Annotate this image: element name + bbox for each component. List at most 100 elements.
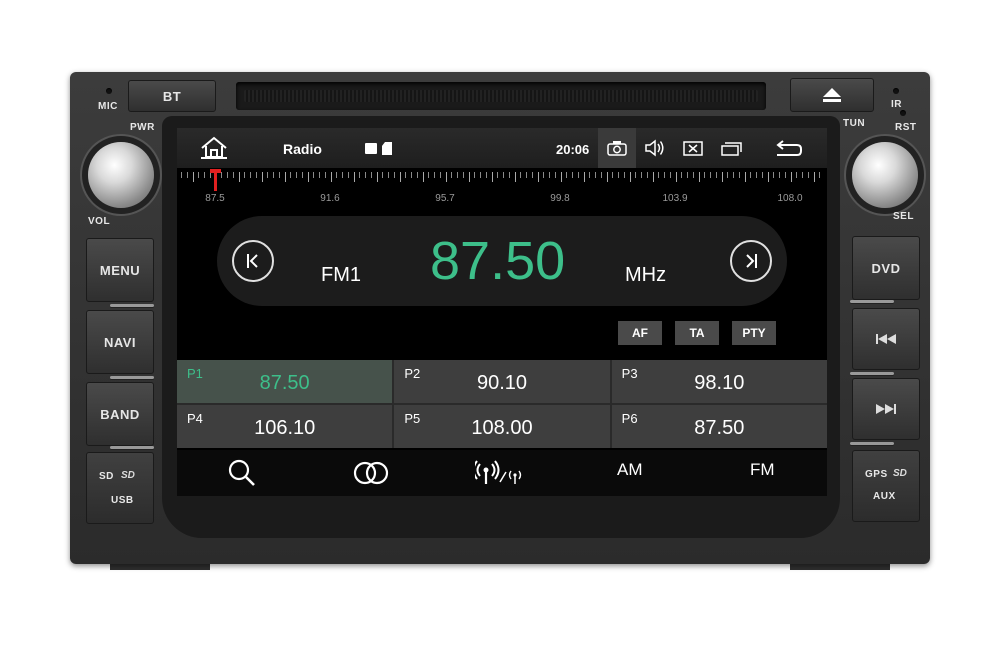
navi-button[interactable]: NAVI bbox=[86, 310, 154, 374]
ruler-tick bbox=[750, 172, 752, 178]
button-groove bbox=[110, 304, 154, 307]
volume-button[interactable] bbox=[644, 139, 666, 162]
ruler-tick bbox=[186, 172, 188, 178]
dvd-button[interactable]: DVD bbox=[852, 236, 920, 300]
ruler-tick bbox=[698, 172, 700, 182]
preset-frequency: 87.50 bbox=[259, 372, 310, 394]
ruler-tick bbox=[675, 172, 677, 182]
preset-p1[interactable]: P1 87.50 bbox=[177, 360, 393, 403]
volume-knob[interactable] bbox=[88, 142, 154, 208]
ruler-tick bbox=[491, 172, 493, 182]
menu-button[interactable]: MENU bbox=[86, 238, 154, 302]
prev-track-button[interactable] bbox=[852, 308, 920, 370]
screen: Radio 20:06 87.5 91.6 95.7 99.8 103.9 108.0 F… bbox=[177, 128, 827, 496]
ruler-tick bbox=[738, 172, 740, 178]
recent-apps-button[interactable] bbox=[721, 140, 743, 161]
af-button[interactable]: AF bbox=[618, 321, 662, 345]
pty-button[interactable]: PTY bbox=[732, 321, 776, 345]
ruler-tick bbox=[526, 172, 527, 178]
eject-button[interactable] bbox=[790, 78, 874, 112]
preset-p4[interactable]: P4 106.10 bbox=[177, 405, 393, 448]
ruler-tick bbox=[635, 172, 637, 178]
ruler-tick bbox=[439, 172, 441, 178]
band-button[interactable]: BAND bbox=[86, 382, 154, 446]
gps-label: GPS bbox=[865, 469, 888, 480]
ruler-tick bbox=[554, 172, 556, 178]
sd-usb-port[interactable]: SD SD USB bbox=[86, 452, 154, 524]
preset-frequency: 106.10 bbox=[254, 417, 316, 439]
ruler-tick bbox=[370, 172, 372, 178]
seek-forward-button[interactable] bbox=[730, 240, 772, 282]
ruler-tick bbox=[583, 172, 585, 182]
ruler-tick bbox=[319, 172, 320, 178]
home-button[interactable] bbox=[199, 136, 231, 160]
preset-p5[interactable]: P5 108.00 bbox=[394, 405, 610, 448]
ruler-tick bbox=[572, 172, 573, 178]
ruler-tick bbox=[278, 172, 280, 178]
ruler-tick bbox=[307, 172, 309, 182]
ir-sensor bbox=[893, 88, 899, 94]
seek-back-icon bbox=[247, 254, 258, 268]
status-bar: Radio 20:06 bbox=[177, 128, 827, 168]
ruler-tick bbox=[192, 172, 194, 182]
scale-label: 99.8 bbox=[550, 193, 570, 204]
scale-label: 91.6 bbox=[320, 193, 340, 204]
screenshot-button[interactable] bbox=[598, 128, 636, 168]
frequency-ruler[interactable]: 87.5 91.6 95.7 99.8 103.9 108.0 bbox=[177, 168, 827, 210]
preset-p2[interactable]: P2 90.10 bbox=[394, 360, 610, 403]
am-button[interactable]: AM bbox=[617, 460, 643, 480]
ruler-tick bbox=[474, 172, 476, 178]
ruler-tick bbox=[232, 172, 234, 178]
ruler-tick bbox=[296, 172, 297, 178]
fm-button[interactable]: FM bbox=[750, 460, 775, 480]
ruler-tick bbox=[606, 172, 608, 182]
ruler-tick bbox=[353, 172, 355, 182]
ruler-tick bbox=[761, 172, 763, 178]
ruler-tick bbox=[692, 172, 694, 178]
seek-back-button[interactable] bbox=[232, 240, 274, 282]
ruler-tick bbox=[267, 172, 269, 178]
ruler-tick bbox=[342, 172, 343, 178]
button-groove bbox=[850, 300, 894, 303]
ruler-tick bbox=[250, 172, 251, 178]
ruler-tick bbox=[744, 172, 746, 182]
preset-frequency: 108.00 bbox=[471, 417, 533, 439]
scale-label: 95.7 bbox=[435, 193, 455, 204]
bt-button[interactable]: BT bbox=[128, 80, 216, 112]
stereo-button[interactable] bbox=[351, 460, 391, 491]
close-app-button[interactable] bbox=[683, 141, 703, 161]
preset-p6[interactable]: P6 87.50 bbox=[611, 405, 827, 448]
ruler-tick bbox=[388, 172, 389, 178]
ruler-tick bbox=[531, 172, 533, 178]
ruler-tick bbox=[376, 172, 378, 182]
preset-p3[interactable]: P3 98.10 bbox=[611, 360, 827, 403]
ruler-tick bbox=[480, 172, 481, 178]
sd-logo-icon: SD bbox=[893, 468, 907, 479]
mic-label: MIC bbox=[98, 101, 118, 112]
vol-label: VOL bbox=[88, 216, 111, 227]
back-arrow-icon bbox=[776, 140, 802, 156]
back-button[interactable] bbox=[773, 140, 803, 163]
ruler-tick bbox=[422, 172, 424, 182]
pwr-label: PWR bbox=[130, 122, 155, 133]
reset-hole[interactable] bbox=[900, 110, 906, 116]
ruler-tick bbox=[623, 172, 625, 178]
ruler-tick bbox=[382, 172, 384, 178]
usb-label: USB bbox=[111, 495, 134, 506]
ruler-tick bbox=[359, 172, 361, 178]
local-distance-button[interactable] bbox=[472, 458, 525, 491]
home-icon bbox=[201, 136, 227, 159]
tun-label: TUN bbox=[843, 118, 866, 129]
ruler-tick bbox=[612, 172, 614, 178]
tune-knob[interactable] bbox=[852, 142, 918, 208]
ruler-tick bbox=[451, 172, 453, 178]
gps-aux-port[interactable]: GPS SD AUX bbox=[852, 450, 920, 522]
ruler-tick bbox=[497, 172, 499, 178]
ruler-tick bbox=[681, 172, 683, 178]
ruler-tick bbox=[204, 172, 205, 178]
search-button[interactable] bbox=[227, 458, 257, 493]
ta-button[interactable]: TA bbox=[675, 321, 719, 345]
next-track-button[interactable] bbox=[852, 378, 920, 440]
ruler-tick bbox=[733, 172, 734, 178]
preset-grid: P1 87.50 P2 90.10 P3 98.10 P4 106.10 P5 108.0… bbox=[177, 360, 827, 448]
